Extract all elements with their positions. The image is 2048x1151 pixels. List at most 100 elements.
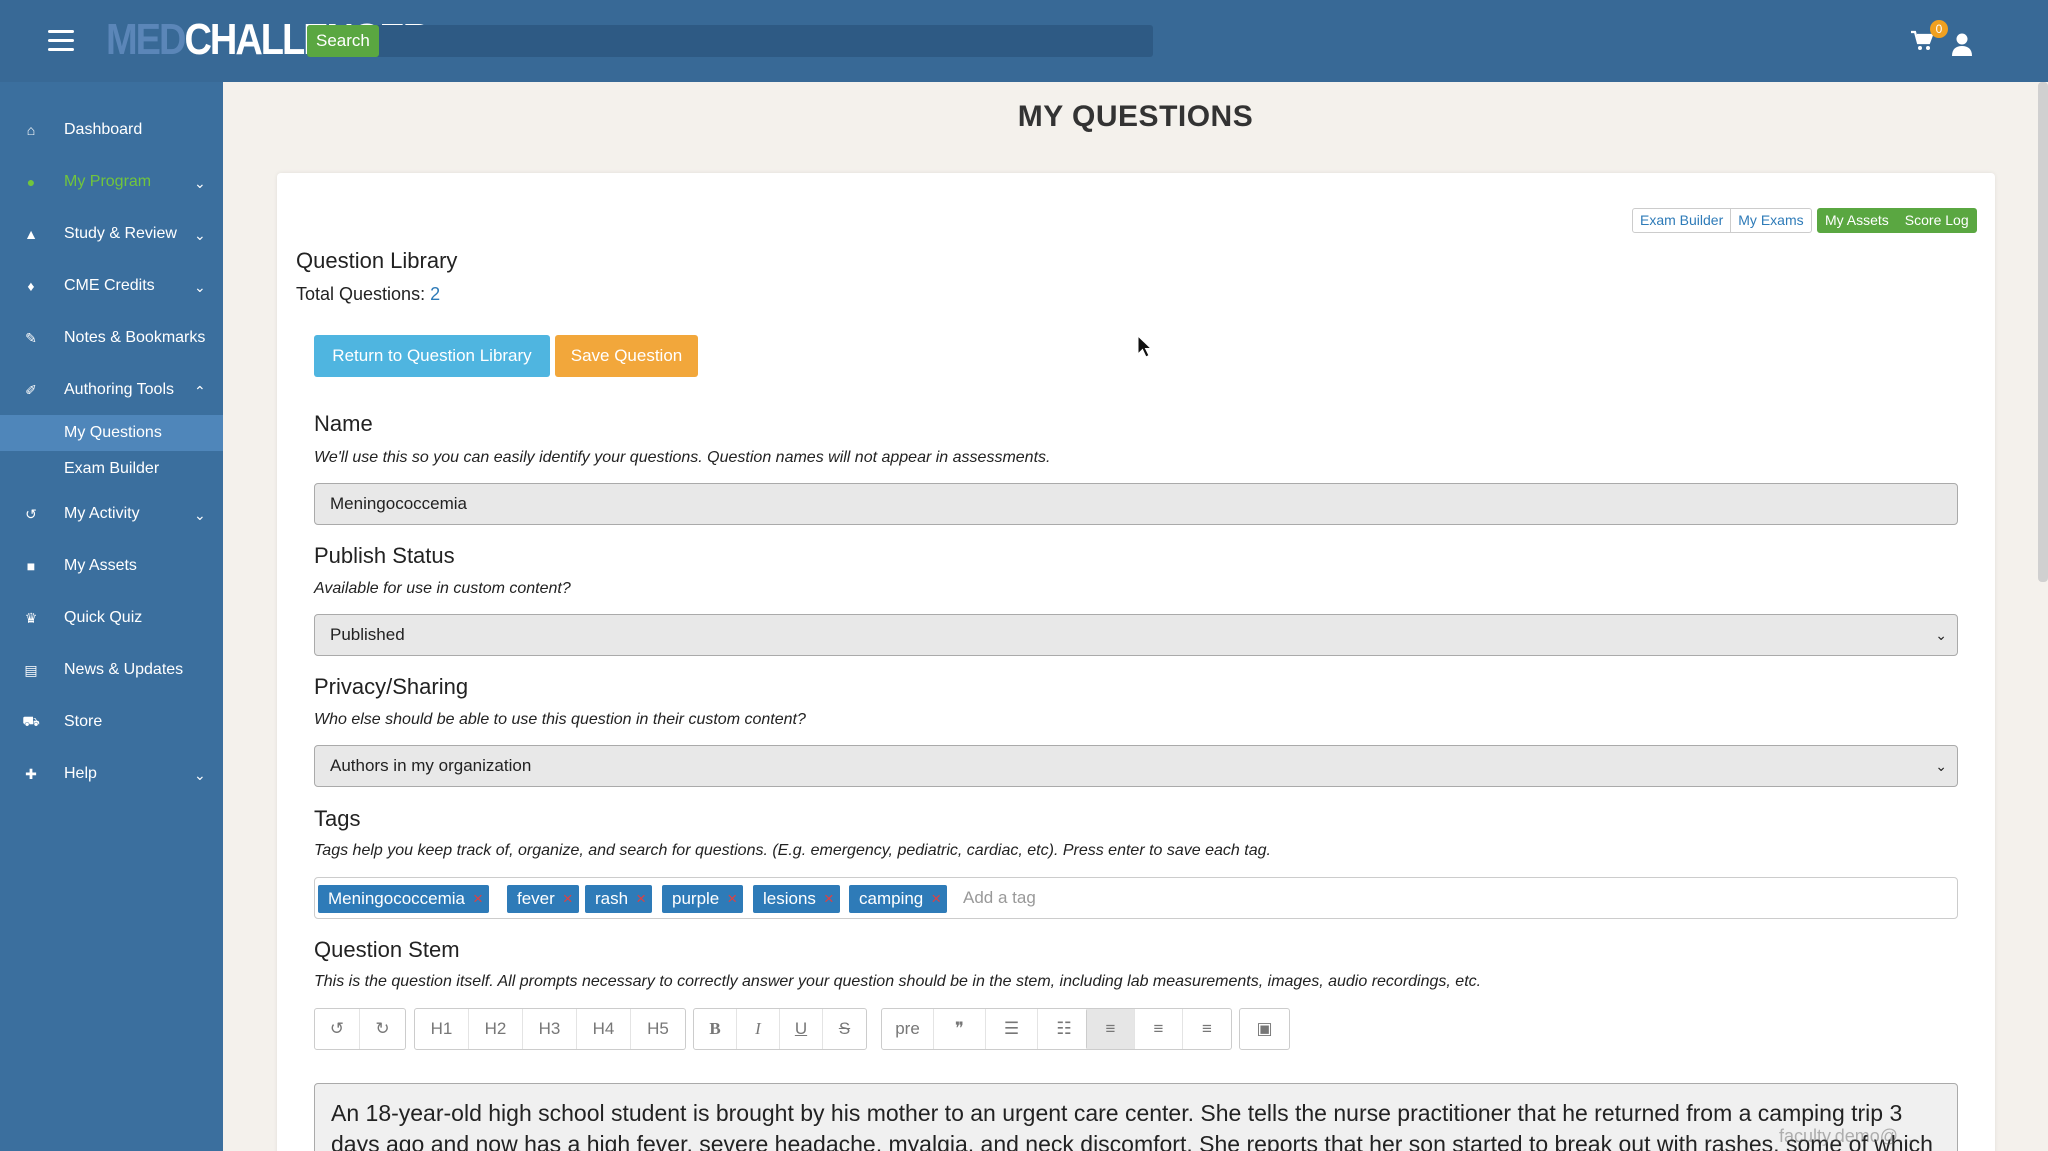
tag-chip: lesions × (753, 885, 840, 913)
strikethrough-button[interactable]: S (823, 1009, 866, 1049)
chevron-down-icon: ⌄ (194, 767, 206, 783)
h3-button[interactable]: H3 (523, 1009, 577, 1049)
sidebar-item-quick-quiz[interactable]: ♛ Quick Quiz (0, 596, 223, 640)
h2-button[interactable]: H2 (469, 1009, 523, 1049)
bullet-list-icon[interactable]: ☰ (986, 1009, 1038, 1049)
quote-icon[interactable]: ❞ (934, 1009, 986, 1049)
publish-status-select[interactable]: Published ⌄ (314, 614, 1958, 656)
sidebar-item-label: Help (64, 765, 97, 782)
page-title: MY QUESTIONS (1017, 100, 1254, 133)
total-questions: Total Questions: 2 (296, 284, 440, 305)
tag-label: rash (595, 889, 629, 908)
image-icon[interactable]: ▣ (1240, 1009, 1289, 1049)
privacy-value: Authors in my organization (330, 756, 532, 775)
sidebar-item-label: My Assets (64, 557, 137, 574)
pre-button[interactable]: pre (882, 1009, 934, 1049)
tags-description: Tags help you keep track of, organize, a… (314, 842, 1271, 859)
search-button[interactable]: Search (307, 25, 379, 57)
align-right-icon[interactable]: ≡ (1183, 1009, 1231, 1049)
trophy-icon: ♛ (24, 609, 38, 626)
tag-chip: camping × (849, 885, 948, 913)
bold-button[interactable]: B (694, 1009, 737, 1049)
privacy-description: Who else should be able to use this ques… (314, 711, 806, 728)
numbered-list-icon[interactable]: ☷ (1038, 1009, 1090, 1049)
sidebar-item-store[interactable]: ⛟ Store (0, 700, 223, 744)
sidebar-item-study-review[interactable]: ▲ Study & Review ⌄ (0, 212, 223, 256)
stem-heading: Question Stem (314, 937, 460, 962)
name-heading: Name (314, 411, 373, 436)
tag-label: lesions (763, 889, 816, 908)
search-input[interactable]: Search (307, 25, 1153, 57)
hamburger-menu-icon[interactable] (48, 30, 74, 51)
sidebar-item-my-program[interactable]: ● My Program ⌄ (0, 160, 223, 204)
h5-button[interactable]: H5 (631, 1009, 685, 1049)
my-exams-button[interactable]: My Exams (1731, 208, 1812, 233)
scrollbar[interactable] (2038, 82, 2048, 582)
add-tag-input[interactable]: Add a tag (963, 878, 1036, 918)
sidebar-item-label: My Program (64, 173, 152, 190)
sidebar-subitem-exam-builder[interactable]: Exam Builder (0, 451, 223, 487)
home-icon: ⌂ (26, 122, 36, 138)
h1-button[interactable]: H1 (415, 1009, 469, 1049)
align-group: ≡ ≡ ≡ (1086, 1008, 1232, 1050)
history-icon: ↺ (25, 505, 37, 522)
sidebar-subitem-my-questions[interactable]: My Questions (0, 415, 223, 451)
sidebar-item-news-updates[interactable]: ▤ News & Updates (0, 648, 223, 692)
sidebar-item-cme-credits[interactable]: ♦ CME Credits ⌄ (0, 264, 223, 308)
chevron-down-icon: ⌄ (194, 279, 206, 295)
media-group: ▣ (1239, 1008, 1290, 1050)
publish-status-value: Published (330, 625, 405, 644)
sidebar-item-label: Authoring Tools (64, 381, 174, 398)
remove-tag-icon[interactable]: × (473, 885, 483, 913)
sidebar-subitem-label: Exam Builder (64, 460, 160, 477)
remove-tag-icon[interactable]: × (727, 885, 737, 913)
my-assets-button[interactable]: My Assets (1817, 208, 1897, 233)
underline-button[interactable]: U (780, 1009, 823, 1049)
logo-med: MED (106, 15, 186, 64)
privacy-select[interactable]: Authors in my organization ⌄ (314, 745, 1958, 787)
sidebar-item-label: Dashboard (64, 121, 143, 138)
undo-button[interactable]: ↺ (315, 1009, 360, 1049)
score-log-button[interactable]: Score Log (1896, 208, 1977, 233)
question-stem-editor[interactable]: An 18-year-old high school student is br… (314, 1083, 1958, 1151)
h4-button[interactable]: H4 (577, 1009, 631, 1049)
remove-tag-icon[interactable]: × (636, 885, 646, 913)
heading-group: H1 H2 H3 H4 H5 (414, 1008, 686, 1050)
return-to-library-button[interactable]: Return to Question Library (314, 335, 550, 377)
cart-count-badge: 0 (1930, 20, 1948, 38)
chevron-down-icon: ⌄ (1935, 758, 1947, 774)
sidebar-item-notes-bookmarks[interactable]: ✎ Notes & Bookmarks (0, 316, 223, 360)
total-value[interactable]: 2 (430, 284, 440, 304)
redo-button[interactable]: ↻ (360, 1009, 405, 1049)
sidebar-item-dashboard[interactable]: ⌂ Dashboard (0, 108, 223, 152)
remove-tag-icon[interactable]: × (824, 885, 834, 913)
sidebar-item-my-assets[interactable]: ■ My Assets (0, 544, 223, 588)
users-icon: ● (26, 174, 36, 190)
tag-label: camping (859, 889, 924, 908)
save-question-button[interactable]: Save Question (555, 335, 698, 377)
book-icon: ■ (26, 558, 36, 574)
publish-description: Available for use in custom content? (314, 580, 571, 597)
align-left-icon[interactable]: ≡ (1087, 1009, 1135, 1049)
italic-button[interactable]: I (737, 1009, 780, 1049)
tags-heading: Tags (314, 806, 361, 831)
nav-button-group: Exam Builder My Exams (1632, 208, 1812, 233)
user-icon[interactable] (1950, 32, 1974, 56)
name-input[interactable]: Meningococcemia (314, 483, 1958, 525)
remove-tag-icon[interactable]: × (931, 885, 941, 913)
align-center-icon[interactable]: ≡ (1135, 1009, 1183, 1049)
sidebar-item-label: Study & Review (64, 225, 177, 242)
tags-input[interactable]: Meningococcemia × fever × rash × purple × le… (314, 877, 1958, 919)
privacy-heading: Privacy/Sharing (314, 674, 469, 699)
tag-chip: Meningococcemia × (318, 885, 489, 913)
newspaper-icon: ▤ (24, 661, 38, 678)
sidebar-item-label: News & Updates (64, 661, 184, 678)
exam-builder-button[interactable]: Exam Builder (1632, 208, 1732, 233)
sidebar-item-help[interactable]: ✚ Help ⌄ (0, 752, 223, 796)
remove-tag-icon[interactable]: × (563, 885, 573, 913)
sidebar-item-authoring-tools[interactable]: ✐ Authoring Tools ⌃ (0, 368, 223, 412)
sidebar-item-my-activity[interactable]: ↺ My Activity ⌄ (0, 492, 223, 536)
chevron-down-icon: ⌄ (194, 507, 206, 523)
ambulance-icon: ✚ (25, 765, 37, 782)
publish-heading: Publish Status (314, 543, 455, 568)
